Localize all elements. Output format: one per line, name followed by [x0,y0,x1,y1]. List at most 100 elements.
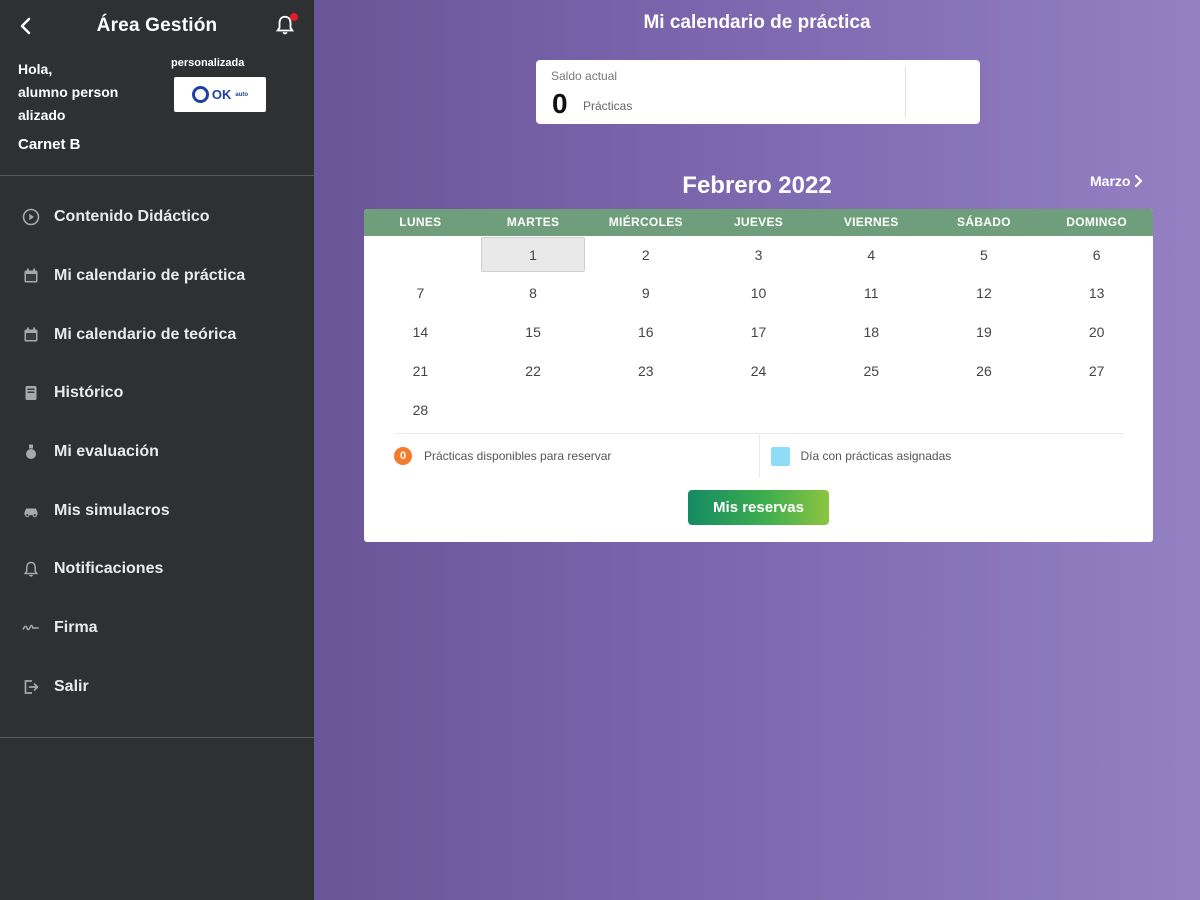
calendar-day-cell[interactable]: 8 [477,273,590,312]
weekday-label: MARTES [506,215,560,229]
sidebar-item-notificaciones[interactable]: Notificaciones [0,540,314,599]
day-number: 16 [638,323,654,340]
calendar-icon [20,324,42,346]
logo-circle-icon [191,86,209,103]
legend-available-label: Prácticas disponibles para reservar [424,449,612,463]
day-number: 24 [750,362,767,379]
calendar-day-cell[interactable]: 5 [928,236,1041,273]
day-number: 15 [525,323,541,340]
day-number: 13 [1088,284,1105,301]
calendar-day-cell[interactable]: 15 [477,312,590,351]
calendar-day-cell[interactable]: 22 [477,351,590,390]
calendar-day-cell[interactable]: 17 [702,312,815,351]
weekday-label: DOMINGO [1066,215,1128,229]
calendar-day-cell[interactable]: 16 [589,312,702,351]
day-number: 5 [980,246,988,263]
next-month-label: Marzo [1090,173,1131,189]
available-count-badge: 0 [394,447,412,465]
user-name-line2: alizado [18,107,66,123]
sidebar-item-label: Contenido Didáctico [54,208,210,226]
signature-icon [20,617,42,639]
weekday-label: JUEVES [733,215,784,229]
calendar-day-cell[interactable]: 20 [1040,312,1153,351]
calendar-day-cell[interactable]: 2 [589,236,702,273]
day-number: 11 [863,284,879,301]
page-title: Mi calendario de práctica [643,12,871,33]
calendar-day-cell[interactable]: 12 [928,273,1041,312]
calendar-day-cell[interactable]: 4 [815,236,928,273]
calendar-empty-cell [589,390,702,429]
sidebar-item-firma[interactable]: Firma [0,599,314,658]
car-icon [20,500,42,522]
notification-dot [290,13,298,21]
sidebar-item-salir[interactable]: Salir [0,658,314,717]
calendar-icon [20,265,42,287]
balance-unit: Prácticas [583,99,633,113]
play-circle-icon [20,206,42,228]
calendar-day-cell[interactable]: 25 [815,351,928,390]
calendar-day-cell[interactable]: 27 [1040,351,1153,390]
book-icon [20,382,42,404]
day-number: 2 [641,246,650,263]
day-number: 18 [863,323,880,340]
calendar-day-cell[interactable]: 14 [364,312,477,351]
user-greeting: Hola, alumno person alizado [18,58,168,127]
sidebar-header: Área Gestión [0,0,314,52]
calendar-day-cell[interactable]: 7 [364,273,477,312]
calendar-day-cell[interactable]: 3 [702,236,815,273]
day-number: 7 [416,284,425,301]
calendar-day-cell[interactable]: 11 [815,273,928,312]
sidebar-item-simulacros[interactable]: Mis simulacros [0,481,314,540]
sidebar-item-calendario-teorica[interactable]: Mi calendario de teórica [0,305,314,364]
calendar-day-cell[interactable]: 1 [477,236,590,273]
day-number: 22 [525,362,541,379]
calendar-day-cell[interactable]: 13 [1040,273,1153,312]
calendar-day-cell[interactable]: 21 [364,351,477,390]
calendar-day-cell[interactable]: 26 [928,351,1041,390]
calendar-day-cell[interactable]: 9 [589,273,702,312]
sidebar-item-label: Histórico [54,384,124,402]
logo-text: OK [211,87,232,102]
calendar-week-row: 1 2 3 4 5 6 [364,236,1153,273]
calendar-week-row: 14 15 16 17 18 19 20 [364,312,1153,351]
sidebar-item-label: Mis simulacros [54,501,170,519]
logo-small-text: auto [235,91,249,98]
sidebar-item-historico[interactable]: Histórico [0,364,314,423]
sidebar-title: Área Gestión [96,15,218,36]
sidebar: Área Gestión Hola, alumno person alizado… [0,0,314,900]
notifications-button[interactable] [274,13,300,40]
calendar-day-cell[interactable]: 19 [928,312,1041,351]
sidebar-item-contenido[interactable]: Contenido Didáctico [0,188,314,247]
calendar-grid: 1 2 3 4 5 6 7 8 9 10 11 12 13 14 15 16 17 18 19 20 21 22 23 24 2… [364,236,1153,429]
balance-label: Saldo actual [551,69,618,83]
day-number: 10 [750,284,767,301]
sidebar-divider-bottom [0,737,314,738]
calendar-day-cell[interactable]: 28 [364,390,477,429]
greeting-text: Hola, [18,61,53,77]
calendar-empty-cell [928,390,1041,429]
sidebar-item-calendario-practica[interactable]: Mi calendario de práctica [0,247,314,306]
day-number: 27 [1088,362,1105,379]
weekday-label: MIÉRCOLES [608,215,683,229]
calendar-empty-cell [815,390,928,429]
calendar-day-cell[interactable]: 10 [702,273,815,312]
calendar-day-cell[interactable]: 24 [702,351,815,390]
calendar-day-cell[interactable]: 18 [815,312,928,351]
day-number: 8 [529,284,537,301]
legend-assigned: Día con prácticas asignadas [760,434,1125,478]
calendar-legend: 0 Prácticas disponibles para reservar Dí… [394,434,1124,478]
day-number: 12 [976,284,992,301]
sidebar-item-label: Salir [54,677,89,695]
day-number: 25 [863,362,880,379]
calendar-day-cell[interactable]: 23 [589,351,702,390]
my-reservations-button[interactable]: Mis reservas [688,490,829,525]
school-label: personalizada [171,57,245,69]
calendar-day-cell[interactable]: 6 [1040,236,1153,273]
sidebar-item-evaluacion[interactable]: Mi evaluación [0,423,314,482]
calendar-empty-cell [1040,390,1153,429]
sidebar-item-label: Mi calendario de práctica [54,267,246,285]
medal-icon [20,441,42,463]
next-month-button[interactable]: Marzo [1090,173,1143,189]
legend-available: 0 Prácticas disponibles para reservar [394,434,760,478]
sidebar-item-label: Firma [54,619,98,637]
